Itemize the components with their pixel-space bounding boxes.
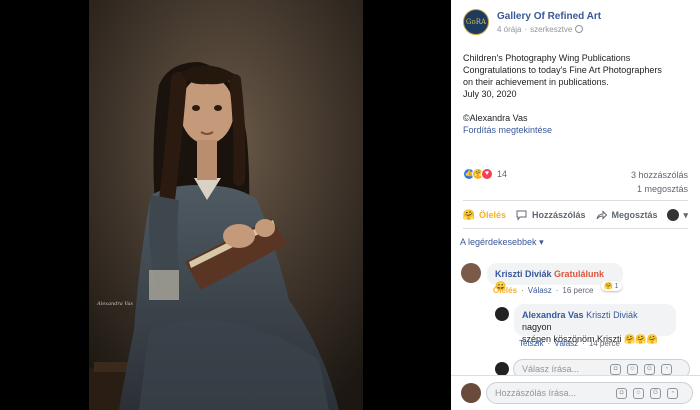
commenter-avatar[interactable] bbox=[461, 263, 481, 283]
comment-text: Gratulálunk bbox=[554, 269, 605, 279]
chevron-down-icon: ▾ bbox=[683, 209, 688, 220]
hug-label: Ölelés bbox=[479, 210, 507, 220]
globe-icon[interactable] bbox=[575, 25, 584, 33]
post-side-panel: GoRA Gallery Of Refined Art 4 órája · sz… bbox=[451, 0, 700, 410]
page-avatar-text: GoRA bbox=[465, 18, 487, 26]
reply-actions: Tetszik · Válasz · 14 perce bbox=[519, 339, 620, 348]
reply-text: nagyon bbox=[522, 322, 552, 332]
post-timestamp: 4 órája · szerkesztve bbox=[497, 25, 601, 34]
comment-hug-link[interactable]: Ölelés bbox=[493, 286, 517, 295]
portrait-image: Alexandra Vas bbox=[89, 0, 363, 410]
separator-dot: · bbox=[555, 286, 559, 295]
reply-input-tools: ◘ ☺ G ◔ bbox=[610, 364, 672, 375]
comment-placeholder: Hozzászólás írása... bbox=[495, 388, 577, 398]
comment-actions: Ölelés · Válasz · 16 perce bbox=[493, 286, 594, 295]
photo-viewer: Alexandra Vas bbox=[0, 0, 451, 410]
reaction-summary[interactable]: 👍 🤗 ♥ 14 bbox=[463, 168, 507, 180]
audience-selector[interactable]: ▾ bbox=[667, 209, 688, 221]
page-name-link[interactable]: Gallery Of Refined Art bbox=[497, 11, 601, 22]
edited-label[interactable]: szerkesztve bbox=[530, 25, 572, 34]
separator-dot: · bbox=[547, 339, 551, 348]
divider bbox=[463, 228, 688, 229]
comment-button[interactable]: Hozzászólás bbox=[516, 209, 586, 221]
chevron-down-icon: ▾ bbox=[539, 237, 544, 247]
emoji-icon[interactable]: ☺ bbox=[627, 364, 638, 375]
reply-bubble: Alexandra Vas Kriszti Diviák nagyon szép… bbox=[514, 304, 676, 344]
sort-label: A legérdekesebbek bbox=[460, 237, 537, 247]
reply-time[interactable]: 14 perce bbox=[589, 339, 620, 348]
care-reaction-icon: 🤗 bbox=[604, 283, 613, 290]
emoji-icon[interactable]: ☺ bbox=[633, 388, 644, 399]
separator-dot: · bbox=[582, 339, 585, 348]
post-line: ©Alexandra Vas bbox=[463, 113, 528, 123]
page-avatar[interactable]: GoRA bbox=[463, 9, 489, 35]
share-icon bbox=[595, 209, 607, 221]
post-line: on their achievement in publications. bbox=[463, 77, 609, 87]
post-header: GoRA Gallery Of Refined Art 4 órája · sz… bbox=[463, 9, 601, 35]
photo-watermark: Alexandra Vas bbox=[96, 301, 133, 307]
comment-reply-link[interactable]: Válasz bbox=[528, 286, 552, 295]
see-translation-link[interactable]: Fordítás megtekintése bbox=[463, 124, 693, 136]
reply-author[interactable]: Alexandra Vas bbox=[522, 310, 584, 320]
share-count-link[interactable]: 1 megosztás bbox=[631, 182, 688, 196]
post-actions: 🤗 Ölelés Hozzászólás Megosztás ▾ bbox=[463, 206, 688, 224]
comment-author[interactable]: Kriszti Diviák bbox=[495, 269, 552, 279]
reply-mention[interactable]: Kriszti Diviák bbox=[586, 310, 638, 320]
post-text: Children's Photography Wing Publications… bbox=[463, 52, 693, 136]
hug-button[interactable]: 🤗 Ölelés bbox=[463, 209, 506, 221]
reply-reply-link[interactable]: Válasz bbox=[554, 339, 578, 348]
reply-like-link[interactable]: Tetszik bbox=[519, 339, 543, 348]
comment-time[interactable]: 16 perce bbox=[562, 286, 593, 295]
comment-reaction-badge[interactable]: 🤗 1 bbox=[601, 281, 622, 291]
user-avatar bbox=[495, 362, 509, 376]
user-avatar bbox=[461, 383, 481, 403]
comment-count-link[interactable]: 3 hozzászólás bbox=[631, 168, 688, 182]
sticker-icon[interactable]: ◔ bbox=[667, 388, 678, 399]
divider bbox=[463, 200, 688, 201]
camera-icon[interactable]: ◘ bbox=[610, 364, 621, 375]
comment-sort-dropdown[interactable]: A legérdekesebbek ▾ bbox=[460, 237, 544, 248]
gif-icon[interactable]: G bbox=[650, 388, 661, 399]
reaction-count: 14 bbox=[497, 169, 508, 179]
comment-composer: Hozzászólás írása... ◘ ☺ G ◔ bbox=[451, 375, 700, 410]
comment-reaction-count: 1 bbox=[614, 283, 619, 290]
camera-icon[interactable]: ◘ bbox=[616, 388, 627, 399]
user-avatar bbox=[667, 209, 680, 221]
reply-placeholder: Válasz írása... bbox=[522, 364, 580, 374]
comment-input-tools: ◘ ☺ G ◔ bbox=[616, 388, 678, 399]
comment-icon bbox=[516, 209, 528, 221]
share-button[interactable]: Megosztás bbox=[595, 209, 657, 221]
post-photo[interactable]: Alexandra Vas bbox=[89, 0, 363, 410]
gif-icon[interactable]: G bbox=[644, 364, 655, 375]
post-stats: 👍 🤗 ♥ 14 3 hozzászólás 1 megosztás bbox=[463, 168, 688, 198]
care-icon: 🤗 bbox=[462, 209, 476, 221]
post-line: Children's Photography Wing Publications bbox=[463, 53, 631, 63]
post-line: Congratulations to today's Fine Art Phot… bbox=[463, 65, 662, 75]
post-line: July 30, 2020 bbox=[463, 89, 517, 99]
care-emoji-icon: 🤗🤗🤗 bbox=[624, 334, 658, 344]
love-reaction-icon: ♥ bbox=[481, 168, 493, 180]
comment-label: Hozzászólás bbox=[531, 210, 586, 220]
reply-author-avatar[interactable] bbox=[495, 307, 509, 321]
post-line-spacer bbox=[463, 100, 693, 112]
share-label: Megosztás bbox=[611, 210, 658, 220]
sticker-icon[interactable]: ◔ bbox=[661, 364, 672, 375]
separator-dot: · bbox=[524, 24, 528, 34]
separator-dot: · bbox=[521, 286, 524, 295]
post-time[interactable]: 4 órája bbox=[497, 25, 521, 34]
